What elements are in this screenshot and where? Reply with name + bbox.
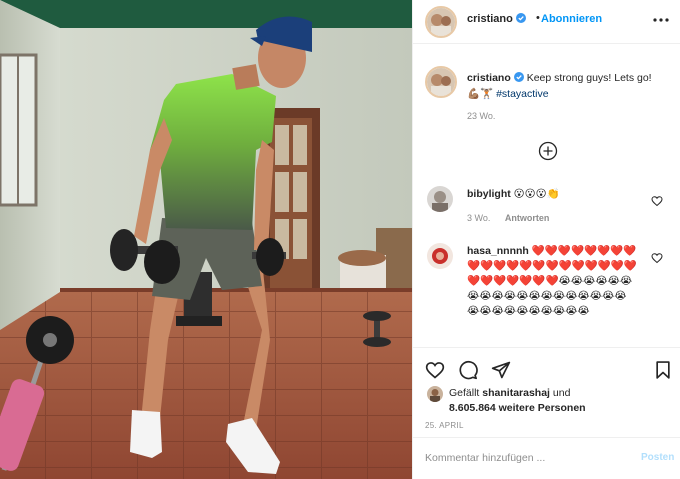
caption-timestamp: 23 Wo.: [467, 111, 496, 121]
caption-username[interactable]: cristiano: [467, 72, 511, 84]
follow-button[interactable]: Abonnieren: [541, 13, 602, 25]
comment-username[interactable]: hasa_nnnnh: [467, 245, 529, 257]
hashtag-link[interactable]: #stayactive: [496, 88, 549, 100]
caption-text: cristiano Keep strong guys! Lets go! 💪🏽🏋…: [467, 71, 667, 102]
comment-like-icon[interactable]: [651, 194, 663, 207]
author-username[interactable]: cristiano: [467, 13, 526, 26]
verified-badge-icon: [515, 13, 526, 26]
bookmark-icon[interactable]: [653, 360, 673, 380]
liker-avatar[interactable]: [427, 386, 443, 402]
comment-body: 😮😮😮👏: [513, 188, 560, 200]
comment-text: hasa_nnnnh ❤️❤️❤️❤️❤️❤️❤️❤️❤️❤️❤️❤️❤️❤️❤…: [467, 244, 637, 319]
reply-button[interactable]: Antworten: [505, 213, 550, 223]
post-header: cristiano • Abonnieren: [413, 0, 680, 44]
likes-prefix: Gefällt: [449, 387, 480, 399]
commenter-avatar[interactable]: [427, 243, 453, 269]
caption-author-avatar[interactable]: [425, 66, 457, 98]
post-photo[interactable]: [0, 0, 412, 479]
commenter-avatar[interactable]: [427, 186, 453, 212]
post-date[interactable]: 25. APRIL: [425, 421, 464, 430]
comment-input[interactable]: [425, 448, 625, 468]
liker-username[interactable]: shanitarashaj: [482, 387, 550, 399]
heart-icon[interactable]: [425, 360, 445, 380]
likes-connector: und: [552, 387, 571, 399]
likes-count-link[interactable]: 8.605.864 weitere Personen: [449, 402, 586, 414]
post-side-panel: cristiano • Abonnieren cristiano Keep st…: [412, 0, 680, 479]
post-comment-button[interactable]: Posten: [641, 452, 674, 463]
workout-photo-image: [0, 0, 412, 479]
plus-circle-icon[interactable]: [538, 141, 558, 161]
comment-username[interactable]: bibylight: [467, 188, 511, 200]
more-horizontal-icon[interactable]: [651, 10, 671, 30]
comment-text: bibylight 😮😮😮👏: [467, 187, 637, 202]
comment-icon[interactable]: [458, 360, 478, 380]
separator-dot: •: [536, 12, 540, 24]
likes-text: Gefällt shanitarashaj und 8.605.864 weit…: [449, 386, 586, 416]
comment-like-icon[interactable]: [651, 251, 663, 264]
verified-badge-icon: [513, 72, 524, 87]
paper-plane-icon[interactable]: [491, 360, 511, 380]
comment-timestamp: 3 Wo.: [467, 213, 491, 223]
author-avatar[interactable]: [425, 6, 457, 38]
comment-meta: 3 Wo. Antworten: [467, 213, 561, 223]
comment-composer: Posten: [413, 437, 680, 479]
